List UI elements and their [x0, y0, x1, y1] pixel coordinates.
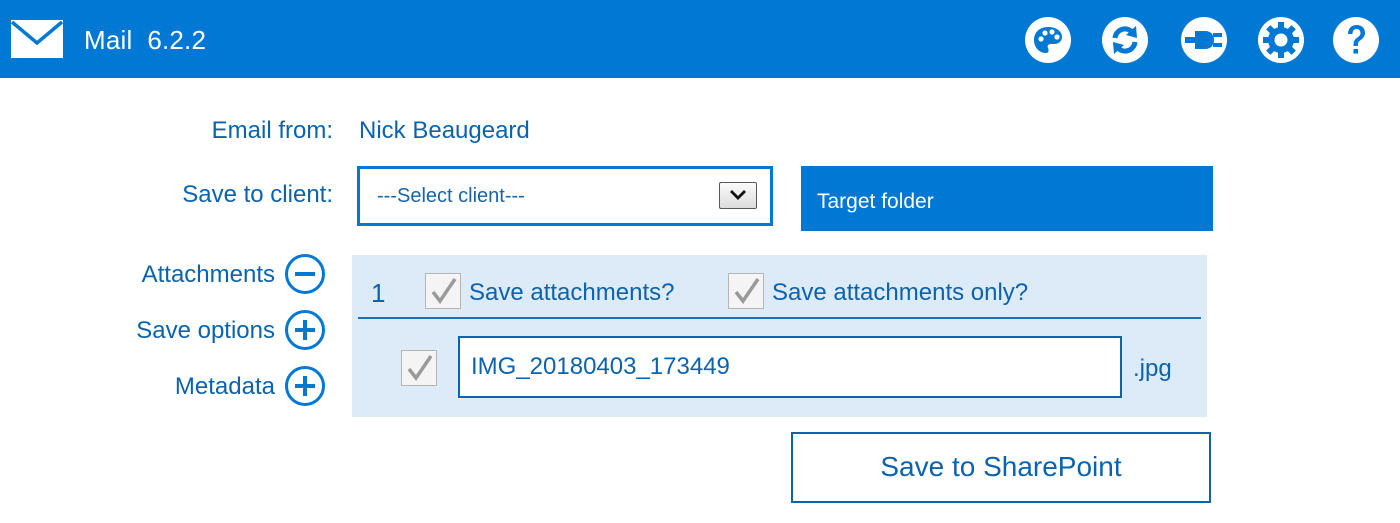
envelope-icon: [10, 19, 64, 59]
chevron-down-icon[interactable]: [719, 182, 757, 209]
email-from-label: Email from:: [211, 117, 333, 144]
plus-circle-icon: [285, 366, 325, 406]
divider: [358, 317, 1201, 319]
palette-icon[interactable]: [1024, 16, 1072, 64]
client-select[interactable]: ---Select client---: [357, 166, 773, 226]
metadata-label: Metadata: [174, 373, 275, 400]
checkmark-icon: [734, 278, 760, 304]
save-attachments-checkbox[interactable]: [425, 273, 461, 309]
attachments-label: Attachments: [141, 261, 275, 288]
target-folder-button[interactable]: Target folder: [801, 166, 1213, 231]
client-select-value: ---Select client---: [377, 185, 525, 207]
checkmark-icon: [431, 278, 457, 304]
settings-icon[interactable]: [1257, 16, 1305, 64]
save-to-sharepoint-button[interactable]: Save to SharePoint: [791, 432, 1211, 503]
save-attachments-only-checkbox[interactable]: [728, 273, 764, 309]
target-folder-label: Target folder: [817, 190, 934, 213]
metadata-expand-button[interactable]: [284, 365, 326, 407]
minus-circle-icon: [285, 254, 325, 294]
checkmark-icon: [407, 355, 433, 381]
save-attachments-only-label: Save attachments only?: [772, 279, 1029, 306]
email-from-value: Nick Beaugeard: [359, 117, 530, 144]
attachment-extension: .jpg: [1133, 355, 1172, 382]
attachment-count: 1: [371, 278, 386, 308]
help-icon[interactable]: [1332, 16, 1380, 64]
plugin-icon[interactable]: [1180, 16, 1228, 64]
app-header: Mail 6.2.2: [0, 0, 1400, 78]
save-options-label: Save options: [136, 317, 275, 344]
plus-circle-icon: [285, 310, 325, 350]
attachment-checkbox[interactable]: [401, 350, 437, 386]
save-options-expand-button[interactable]: [284, 309, 326, 351]
refresh-icon[interactable]: [1101, 16, 1149, 64]
app-title: Mail 6.2.2: [84, 25, 207, 55]
attachments-collapse-button[interactable]: [284, 253, 326, 295]
save-to-client-label: Save to client:: [182, 181, 333, 208]
attachment-name-input[interactable]: [458, 336, 1122, 398]
save-attachments-label: Save attachments?: [469, 279, 675, 306]
